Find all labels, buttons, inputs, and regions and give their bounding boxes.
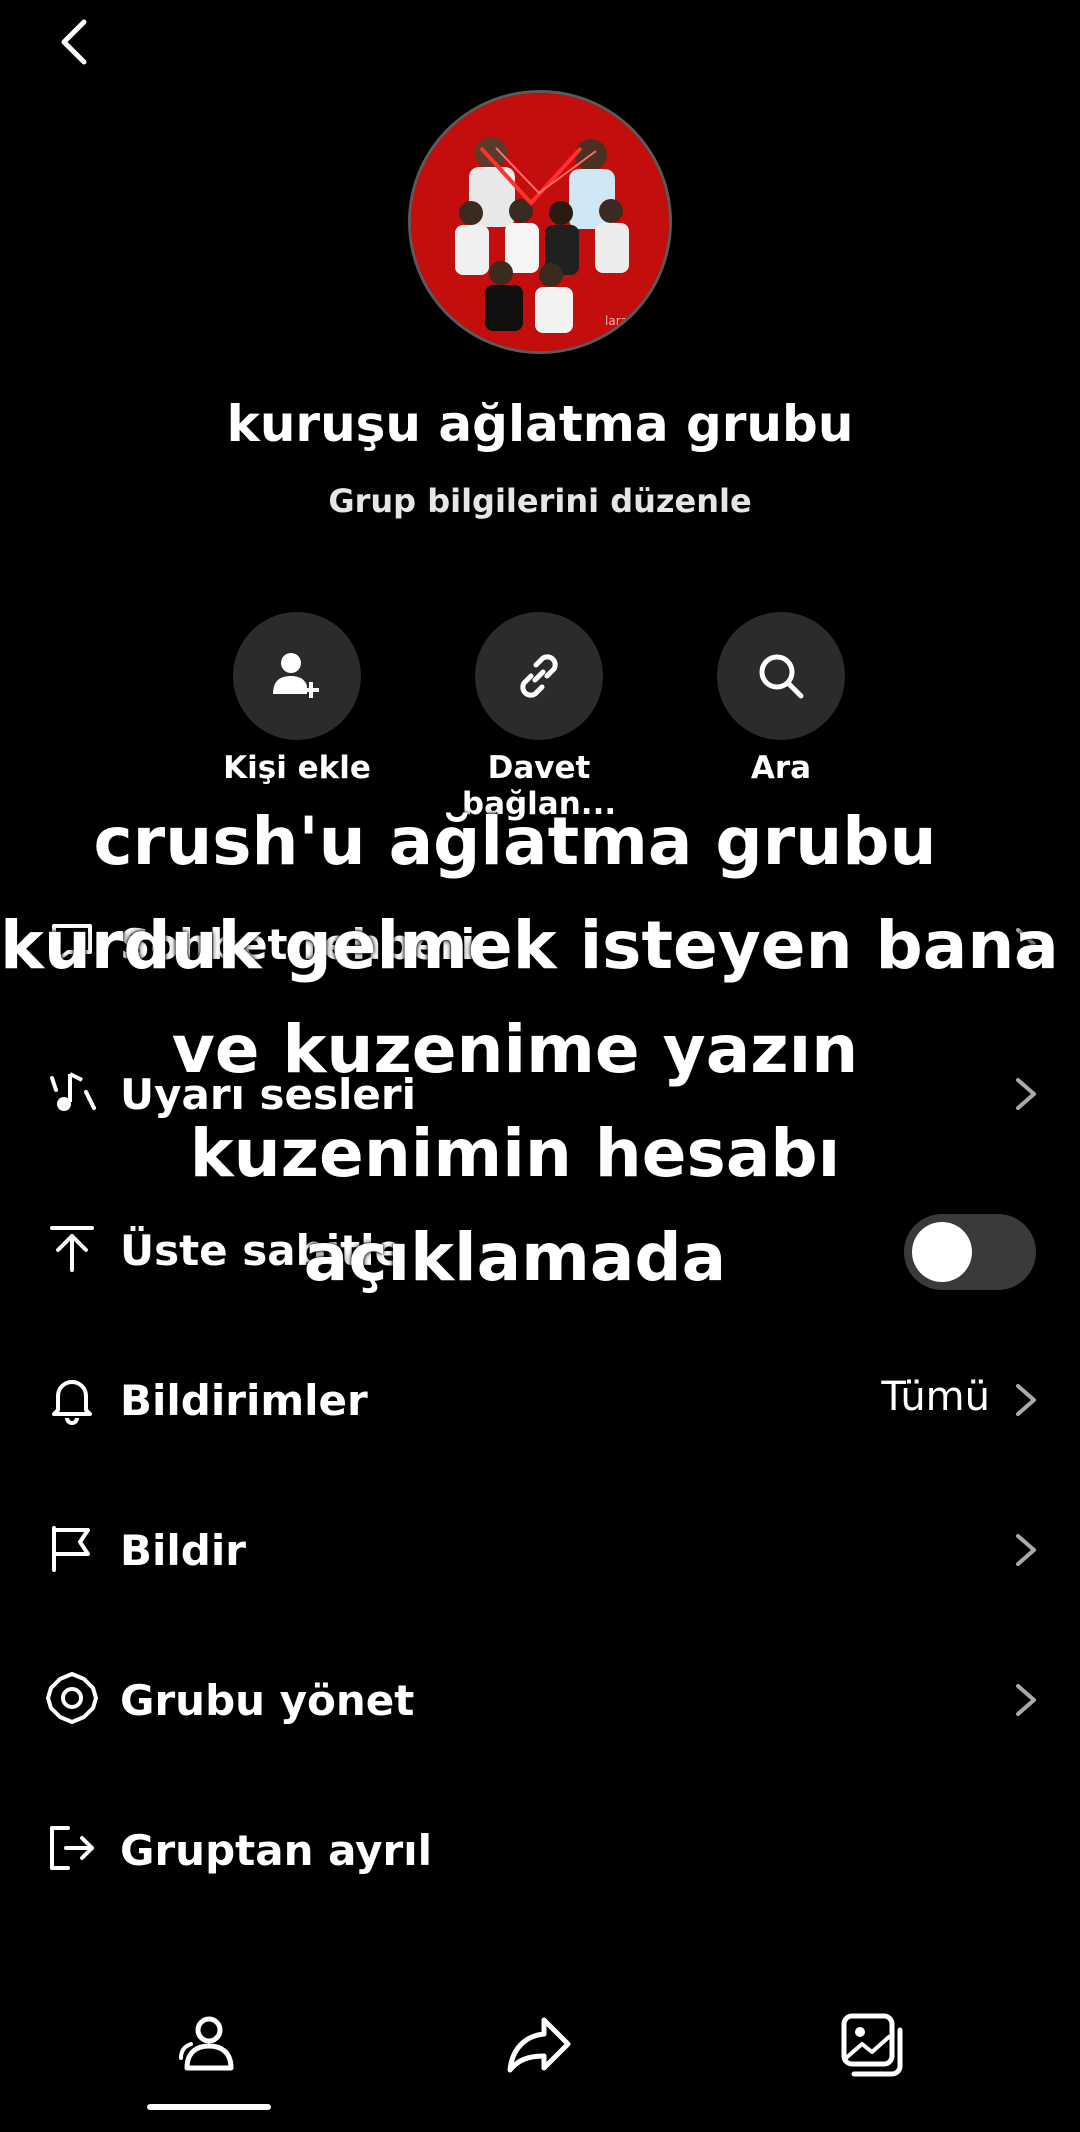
tab-media[interactable] xyxy=(832,2006,912,2086)
leave-group-label: Gruptan ayrıl xyxy=(120,1826,433,1875)
chevron-left-icon xyxy=(61,19,87,65)
people-icon xyxy=(179,2016,234,2071)
overlay-line: ve kuzenime yazın xyxy=(171,1011,859,1088)
exit-icon xyxy=(50,1826,94,1870)
overlay-line: açıklamada xyxy=(303,1219,727,1296)
add-person-icon xyxy=(273,653,319,698)
search-label: Ara xyxy=(750,750,812,786)
add-person-label: Kişi ekle xyxy=(223,750,371,786)
search-icon xyxy=(759,654,804,699)
group-avatar[interactable]: lara xyxy=(408,90,672,354)
chevron-right-icon xyxy=(1016,1534,1036,1566)
chevron-right-icon xyxy=(1016,1684,1036,1716)
overlay-caption: crush'u ağlatma grubu kurduk gelmek iste… xyxy=(0,790,1059,1310)
tab-members[interactable] xyxy=(169,2006,249,2086)
link-icon xyxy=(520,654,558,698)
chevron-right-icon xyxy=(1016,1384,1036,1416)
flag-icon xyxy=(52,1526,90,1572)
overlay-line: kurduk gelmek isteyen bana xyxy=(0,907,1059,984)
back-button[interactable] xyxy=(50,12,106,68)
gallery-icon xyxy=(841,2013,903,2077)
report-label: Bildir xyxy=(120,1526,246,1575)
active-tab-indicator xyxy=(147,2104,271,2110)
gear-icon xyxy=(46,1672,98,1724)
settings-row-manage-group[interactable]: Grubu yönet xyxy=(0,1648,1080,1758)
settings-row-leave-group[interactable]: Gruptan ayrıl xyxy=(0,1798,1080,1908)
group-photo: lara xyxy=(411,93,669,351)
search-button[interactable] xyxy=(717,612,845,740)
bell-icon xyxy=(52,1380,92,1425)
bottom-tab-bar xyxy=(0,1990,1080,2132)
share-icon xyxy=(507,2017,571,2073)
notifications-value: Tümü xyxy=(881,1374,990,1420)
tab-share[interactable] xyxy=(500,2006,580,2086)
settings-row-report[interactable]: Bildir xyxy=(0,1498,1080,1608)
group-name: kuruşu ağlatma grubu xyxy=(226,395,854,453)
settings-row-notifications[interactable]: Bildirimler Tümü xyxy=(0,1348,1080,1458)
overlay-line: crush'u ağlatma grubu xyxy=(93,803,937,880)
manage-group-label: Grubu yönet xyxy=(120,1676,415,1725)
invite-link-button[interactable] xyxy=(475,612,603,740)
svg-text:lara: lara xyxy=(605,314,628,328)
add-person-button[interactable] xyxy=(233,612,361,740)
notifications-label: Bildirimler xyxy=(120,1376,368,1425)
overlay-line: kuzenimin hesabı xyxy=(189,1115,841,1192)
edit-group-info-link[interactable]: Grup bilgilerini düzenle xyxy=(0,482,1080,520)
